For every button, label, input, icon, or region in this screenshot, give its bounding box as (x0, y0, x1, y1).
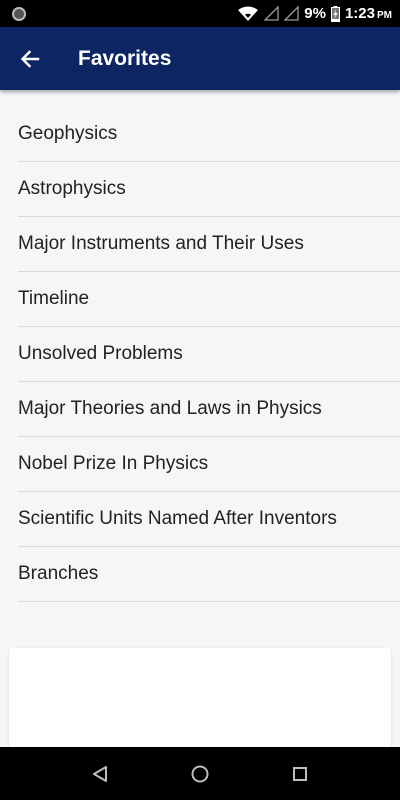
back-button[interactable] (0, 27, 62, 90)
favorite-item-astrophysics[interactable]: Astrophysics (18, 162, 400, 217)
signal-icon (284, 6, 299, 21)
favorite-item-major-theories[interactable]: Major Theories and Laws in Physics (18, 382, 400, 437)
favorite-item-major-instruments[interactable]: Major Instruments and Their Uses (18, 217, 400, 272)
favorite-item-scientific-units[interactable]: Scientific Units Named After Inventors (18, 492, 400, 547)
signal-icon (264, 6, 279, 21)
favorite-item-geophysics[interactable]: Geophysics (18, 107, 400, 162)
favorite-item-nobel-prize[interactable]: Nobel Prize In Physics (18, 437, 400, 492)
favorite-item-timeline[interactable]: Timeline (18, 272, 400, 327)
page-title: Favorites (78, 46, 172, 70)
status-bar: 9% 1:23 PM (0, 0, 400, 27)
nav-recents-button[interactable] (250, 747, 350, 800)
app-bar: Favorites (0, 27, 400, 90)
clock-time: 1:23 (344, 5, 375, 22)
clock-ampm: PM (377, 10, 392, 21)
battery-percent: 9% (304, 5, 326, 22)
arrow-left-icon (20, 49, 40, 68)
back-triangle-icon (93, 765, 107, 782)
navigation-bar (0, 747, 400, 800)
favorite-item-unsolved-problems[interactable]: Unsolved Problems (18, 327, 400, 382)
recents-square-icon (293, 766, 307, 781)
notification-dot-icon (12, 6, 26, 21)
favorites-list: Geophysics Astrophysics Major Instrument… (0, 90, 400, 602)
home-circle-icon (191, 765, 209, 782)
ad-card (9, 648, 391, 748)
clock: 1:23 PM (345, 5, 392, 22)
nav-home-button[interactable] (150, 747, 250, 800)
battery-charging-icon (330, 5, 340, 22)
favorite-item-branches[interactable]: Branches (18, 547, 400, 602)
wifi-icon (238, 6, 259, 21)
nav-back-button[interactable] (50, 747, 150, 800)
